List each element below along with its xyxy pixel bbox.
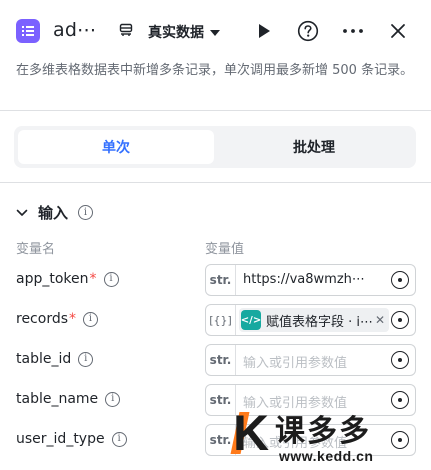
close-icon[interactable]: ✕ — [375, 313, 385, 327]
type-tag[interactable]: str. — [206, 345, 236, 375]
info-icon[interactable]: i — [83, 311, 99, 327]
param-name: table_id — [16, 351, 72, 367]
param-row-records: records * i [{}] </> 赋值表格字段 · i⋯ ✕ — [0, 304, 431, 338]
reference-variable-button[interactable] — [391, 271, 409, 289]
target-icon — [398, 398, 402, 402]
param-label: app_token * i — [16, 271, 119, 287]
param-label: records * i — [16, 311, 99, 327]
play-icon — [259, 24, 270, 38]
watermark-letter: K — [233, 405, 270, 461]
close-icon — [391, 24, 405, 38]
code-icon: </> — [241, 310, 261, 330]
required-mark: * — [69, 311, 77, 327]
column-header-value: 变量值 — [205, 242, 245, 257]
param-label: table_id i — [16, 351, 94, 367]
watermark-brand: 课多多 — [275, 414, 371, 449]
target-icon — [398, 318, 402, 322]
param-name: user_id_type — [16, 431, 105, 447]
mode-segmented-control: 单次 批处理 — [14, 126, 416, 168]
param-label: table_name i — [16, 391, 121, 407]
param-name: table_name — [16, 391, 99, 407]
input-placeholder: 输入或引用参数值 — [243, 356, 348, 371]
info-icon[interactable]: i — [105, 391, 121, 407]
target-icon — [398, 278, 402, 282]
divider — [0, 182, 431, 183]
info-icon[interactable]: i — [78, 205, 94, 220]
close-button[interactable] — [387, 20, 409, 42]
type-tag[interactable]: str. — [206, 385, 236, 415]
environment-select[interactable]: 真实数据 — [148, 22, 220, 42]
chip-label: 赋值表格字段 · i⋯ — [266, 314, 373, 330]
info-icon[interactable]: i — [111, 431, 127, 447]
param-row-table-id: table_id i str. 输入或引用参数值 — [0, 344, 431, 378]
records-input[interactable]: [{}] </> 赋值表格字段 · i⋯ ✕ — [205, 304, 416, 336]
param-row-app-token: app_token * i str. https://va8wmzh⋯ — [0, 264, 431, 298]
environment-label: 真实数据 — [148, 25, 204, 41]
watermark-url: www.kedd.cn — [279, 448, 374, 464]
node-header: ad⋯ 真实数据 — [0, 0, 431, 58]
type-tag[interactable]: [{}] — [206, 305, 236, 335]
target-icon — [398, 358, 402, 362]
param-name: app_token — [16, 271, 89, 287]
run-button[interactable] — [253, 20, 275, 42]
variable-chip[interactable]: </> 赋值表格字段 · i⋯ ✕ — [239, 308, 389, 332]
tab-batch[interactable]: 批处理 — [216, 130, 412, 164]
input-section-header[interactable]: 输入 i — [16, 202, 94, 223]
type-tag[interactable]: str. — [206, 265, 236, 295]
watermark: K 课多多 www.kedd.cn — [230, 404, 431, 470]
more-button[interactable] — [342, 20, 364, 42]
more-icon — [343, 29, 363, 33]
help-button[interactable] — [297, 20, 319, 42]
node-title[interactable]: ad⋯ — [53, 19, 96, 41]
tab-single[interactable]: 单次 — [18, 130, 214, 164]
column-header-name: 变量名 — [16, 242, 56, 257]
app-token-input[interactable]: str. https://va8wmzh⋯ — [205, 264, 416, 296]
input-value: https://va8wmzh⋯ — [243, 272, 365, 287]
caret-down-icon — [210, 30, 220, 36]
param-label: user_id_type i — [16, 431, 127, 447]
help-icon — [297, 20, 319, 42]
list-icon — [16, 19, 40, 43]
database-icon — [118, 22, 134, 38]
section-title: 输入 — [38, 204, 69, 222]
divider — [0, 110, 431, 111]
reference-variable-button[interactable] — [391, 351, 409, 369]
info-icon[interactable]: i — [78, 351, 94, 367]
required-mark: * — [89, 271, 97, 287]
node-description: 在多维表格数据表中新增多条记录，单次调用最多新增 500 条记录。 — [16, 63, 414, 78]
param-name: records — [16, 311, 69, 327]
reference-variable-button[interactable] — [391, 311, 409, 329]
chevron-down-icon — [16, 209, 28, 216]
table-id-input[interactable]: str. 输入或引用参数值 — [205, 344, 416, 376]
info-icon[interactable]: i — [103, 271, 119, 287]
